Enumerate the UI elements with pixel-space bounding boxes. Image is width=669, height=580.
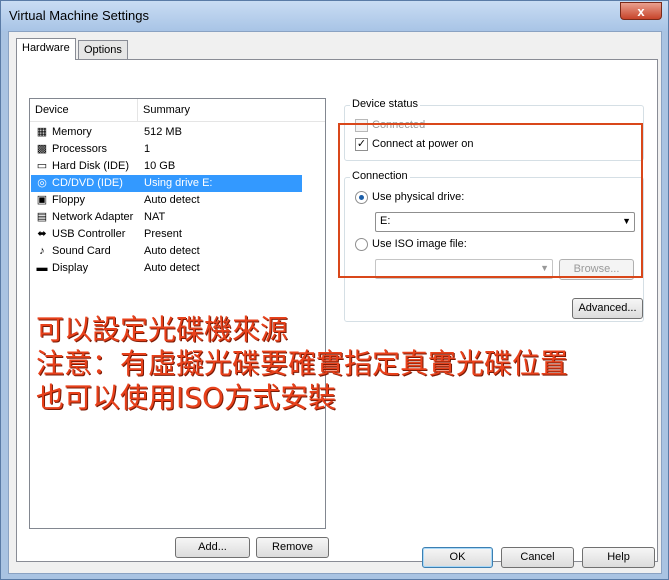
dialog-client-area: Hardware Options Device Summary ▦ Memory… [8, 31, 662, 574]
device-summary: Auto detect [144, 194, 200, 206]
annotation-line-3: 也可以使用ISO方式安裝 [36, 381, 337, 414]
device-row-memory[interactable]: ▦ Memory 512 MB [31, 124, 302, 141]
help-button[interactable]: Help [582, 547, 655, 568]
display-icon: ▬ [36, 262, 48, 274]
cancel-button[interactable]: Cancel [501, 547, 574, 568]
device-name: Hard Disk (IDE) [52, 160, 130, 172]
sound-card-icon: ♪ [39, 245, 45, 257]
device-row-display[interactable]: ▬ Display Auto detect [31, 260, 302, 277]
tab-hardware-label: Hardware [22, 42, 70, 54]
device-summary: 10 GB [144, 160, 176, 172]
device-summary: 512 MB [144, 126, 182, 138]
device-row-cd-dvd[interactable]: ◎ CD/DVD (IDE) Using drive E: [31, 175, 302, 192]
device-summary: Auto detect [144, 245, 200, 257]
annotation-line-1: 可以設定光碟機來源 [36, 313, 289, 346]
device-summary: Auto detect [144, 262, 200, 274]
close-icon: x [637, 4, 645, 19]
column-header-summary[interactable]: Summary [138, 99, 325, 121]
remove-button[interactable]: Remove [256, 537, 329, 558]
usb-controller-icon: ⬌ [37, 228, 47, 240]
device-row-sound-card[interactable]: ♪ Sound Card Auto detect [31, 243, 302, 260]
title-bar[interactable]: Virtual Machine Settings x [1, 1, 668, 31]
device-summary: Present [144, 228, 182, 240]
annotation-line-2: 注意：有虛擬光碟要確實指定真實光碟位置 [36, 347, 569, 380]
device-row-usb-controller[interactable]: ⬌ USB Controller Present [31, 226, 302, 243]
device-summary: NAT [144, 211, 166, 223]
device-name: Display [52, 262, 89, 274]
ok-button[interactable]: OK [422, 547, 493, 568]
device-status-title: Device status [350, 98, 421, 110]
device-name: Floppy [52, 194, 86, 206]
device-name: Network Adapter [52, 211, 134, 223]
cd-dvd-icon: ◎ [37, 177, 47, 189]
device-row-hard-disk[interactable]: ▭ Hard Disk (IDE) 10 GB [31, 158, 302, 175]
processor-icon: ▩ [36, 143, 48, 155]
tab-options[interactable]: Options [78, 40, 128, 60]
highlight-box [338, 123, 643, 278]
device-row-processors[interactable]: ▩ Processors 1 [31, 141, 302, 158]
device-name: Sound Card [52, 245, 111, 257]
add-button[interactable]: Add... [175, 537, 250, 558]
device-summary: 1 [144, 143, 151, 155]
hard-disk-icon: ▭ [36, 160, 48, 172]
device-name: Memory [52, 126, 92, 138]
device-row-network-adapter[interactable]: ▤ Network Adapter NAT [31, 209, 302, 226]
memory-icon: ▦ [36, 126, 48, 138]
device-row-floppy[interactable]: ▣ Floppy Auto detect [31, 192, 302, 209]
column-header-device[interactable]: Device [30, 99, 138, 121]
device-name: Processors [52, 143, 108, 155]
device-summary: Using drive E: [144, 177, 213, 189]
floppy-icon: ▣ [36, 194, 48, 206]
device-list-header: Device Summary [30, 99, 325, 122]
tab-hardware[interactable]: Hardware [16, 38, 76, 60]
network-adapter-icon: ▤ [36, 211, 48, 223]
advanced-button[interactable]: Advanced... [572, 298, 643, 319]
virtual-machine-settings-window: Virtual Machine Settings x Hardware Opti… [0, 0, 669, 580]
device-name: CD/DVD (IDE) [52, 177, 123, 189]
window-title: Virtual Machine Settings [9, 8, 149, 23]
close-button[interactable]: x [620, 2, 662, 20]
tab-options-label: Options [84, 44, 122, 56]
device-name: USB Controller [52, 228, 126, 240]
